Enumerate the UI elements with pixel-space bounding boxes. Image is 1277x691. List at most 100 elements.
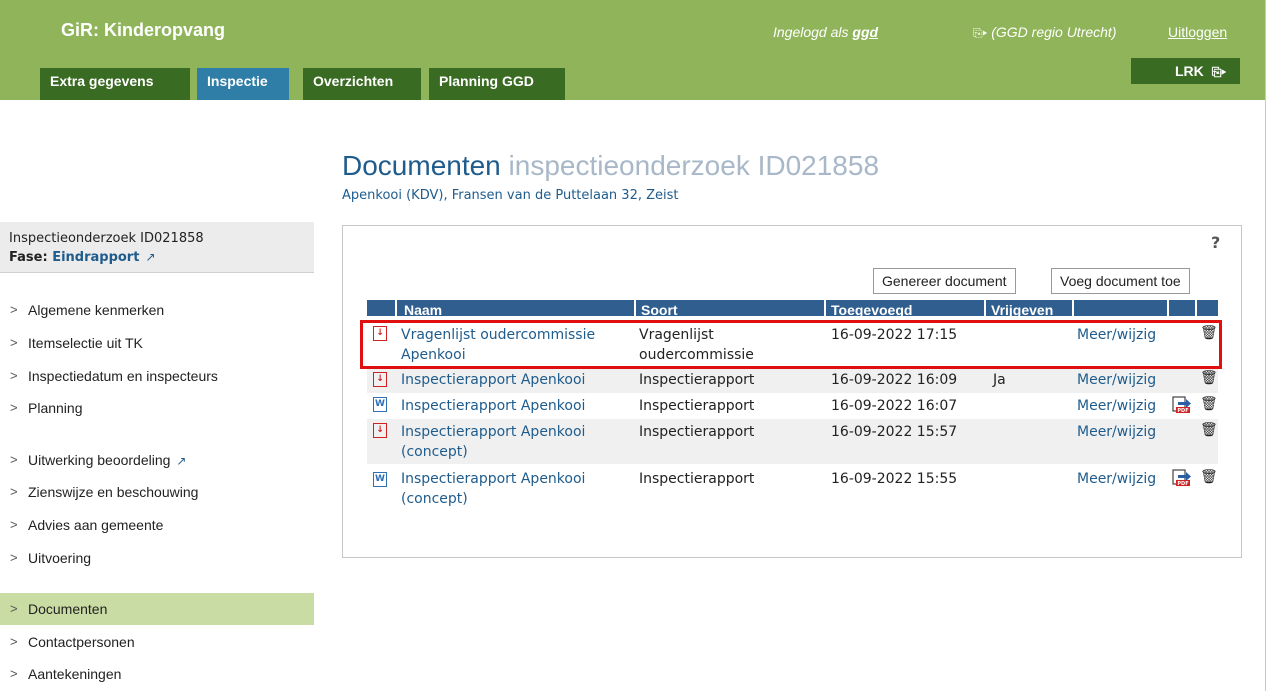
sidebar-item-label: Advies aan gemeente: [28, 517, 164, 533]
external-link-icon[interactable]: ↗: [145, 250, 155, 264]
sidebar-item-label: Aantekeningen: [28, 666, 122, 682]
sidebar-item-label: Itemselectie uit TK: [28, 335, 143, 351]
sidebar-item-label: Documenten: [28, 601, 108, 617]
logout-link[interactable]: Uitloggen: [1168, 24, 1227, 40]
trash-icon[interactable]: 🗑: [1200, 370, 1218, 386]
chevron-right-icon: >: [10, 302, 18, 317]
inspection-id-label: Inspectieonderzoek ID021858: [9, 231, 204, 246]
chevron-right-icon: >: [10, 666, 18, 681]
sidebar-item-zienswijze[interactable]: > Zienswijze en beschouwing: [0, 476, 314, 508]
page-title-sub: inspectieonderzoek ID021858: [508, 150, 880, 181]
sidebar-item-uitwerking-beoordeling[interactable]: > Uitwerking beoordeling ↗: [0, 444, 314, 476]
column-header-toegevoegd[interactable]: Toegevoegd: [831, 300, 912, 316]
document-name-link[interactable]: Inspectierapport Apenkooi: [401, 396, 585, 416]
chevron-right-icon: >: [10, 452, 18, 467]
column-header-vrijgeven[interactable]: Vrijgeven: [991, 300, 1053, 316]
document-type: Inspectierapport: [639, 471, 755, 487]
sidebar-item-inspectiedatum[interactable]: > Inspectiedatum en inspecteurs: [0, 360, 314, 392]
svg-text:PDF: PDF: [1177, 481, 1188, 487]
column-header-soort[interactable]: Soort: [641, 300, 678, 316]
document-date: 16-09-2022 16:09: [831, 372, 958, 388]
region-label: (GGD regio Utrecht): [991, 24, 1117, 40]
switch-region-icon: ⎘▸: [973, 26, 988, 40]
sidebar-item-contactpersonen[interactable]: > Contactpersonen: [0, 626, 314, 658]
header-bar: GiR: Kinderopvang Ingelogd als ggd ⎘▸ (GG…: [0, 0, 1265, 100]
tab-planning-ggd[interactable]: Planning GGD: [429, 68, 565, 100]
app-title: GiR: Kinderopvang: [61, 20, 226, 40]
tab-extra-gegevens[interactable]: Extra gegevens: [40, 68, 190, 100]
column-separator: [824, 300, 826, 316]
document-release: Ja: [993, 372, 1006, 388]
external-link-icon: ↗: [176, 454, 187, 468]
column-separator: [1072, 300, 1074, 316]
sidebar-item-label: Zienswijze en beschouwing: [28, 484, 199, 500]
column-header-naam[interactable]: Naam: [404, 300, 442, 316]
chevron-right-icon: >: [10, 484, 18, 499]
trash-icon[interactable]: 🗑: [1200, 422, 1218, 438]
document-name-link[interactable]: Inspectierapport Apenkooi (concept): [401, 469, 585, 509]
highlight-box: [360, 320, 1222, 369]
word-icon: W: [373, 397, 387, 412]
tab-overzichten[interactable]: Overzichten: [303, 68, 421, 100]
sidebar-item-label: Algemene kenmerken: [28, 302, 165, 318]
column-separator: [395, 300, 397, 316]
page-title-main: Documenten: [342, 150, 501, 181]
chevron-right-icon: >: [10, 335, 18, 350]
chevron-right-icon: >: [10, 517, 18, 532]
sidebar-item-aantekeningen[interactable]: > Aantekeningen: [0, 658, 314, 690]
sidebar-item-label: Contactpersonen: [28, 634, 135, 650]
fase-line: Fase: Eindrapport ↗: [9, 250, 156, 265]
more-edit-link[interactable]: Meer/wijzig: [1077, 422, 1156, 442]
logged-in-info: Ingelogd als ggd: [773, 24, 878, 40]
sidebar-item-documenten[interactable]: > Documenten: [0, 593, 314, 625]
tab-inspectie[interactable]: Inspectie: [197, 68, 289, 100]
column-separator: [1167, 300, 1169, 316]
document-date: 16-09-2022 15:57: [831, 424, 958, 440]
document-name-link[interactable]: Inspectierapport Apenkooi: [401, 370, 585, 390]
sidebar-item-label: Inspectiedatum en inspecteurs: [28, 368, 218, 384]
document-date: 16-09-2022 16:07: [831, 398, 958, 414]
exit-icon: ⎘▸: [1211, 65, 1226, 79]
document-type: Inspectierapport: [639, 398, 755, 414]
region-info[interactable]: ⎘▸ (GGD regio Utrecht): [973, 24, 1116, 41]
sidebar-item-advies-gemeente[interactable]: > Advies aan gemeente: [0, 509, 314, 541]
logged-in-user-link[interactable]: ggd: [852, 24, 878, 40]
logged-in-prefix: Ingelogd als: [773, 24, 853, 40]
pdf-icon: ↓: [373, 372, 387, 387]
document-type: Inspectierapport: [639, 372, 755, 388]
lrk-button[interactable]: LRK ⎘▸: [1131, 58, 1240, 84]
fase-value-link[interactable]: Eindrapport: [52, 250, 139, 265]
more-edit-link[interactable]: Meer/wijzig: [1077, 469, 1156, 489]
column-separator: [1195, 300, 1197, 316]
convert-to-pdf-icon[interactable]: PDF: [1172, 469, 1192, 487]
document-name-link[interactable]: Inspectierapport Apenkooi (concept): [401, 422, 585, 462]
pdf-icon: ↓: [373, 423, 387, 438]
column-separator: [634, 300, 636, 316]
generate-document-button[interactable]: Genereer document: [873, 268, 1016, 294]
chevron-right-icon: >: [10, 634, 18, 649]
chevron-right-icon: >: [10, 601, 18, 616]
word-icon: W: [373, 472, 387, 487]
app-frame: GiR: Kinderopvang Ingelogd als ggd ⎘▸ (GG…: [0, 0, 1266, 691]
sidebar-item-label: Uitwerking beoordeling: [28, 452, 171, 468]
sidebar-inspection-box: Inspectieonderzoek ID021858 Fase: Eindra…: [0, 222, 314, 273]
sidebar-item-uitvoering[interactable]: > Uitvoering: [0, 542, 314, 574]
table-header: [367, 300, 1218, 316]
more-edit-link[interactable]: Meer/wijzig: [1077, 396, 1156, 416]
trash-icon[interactable]: 🗑: [1200, 396, 1218, 412]
lrk-label: LRK: [1174, 63, 1204, 79]
document-type: Inspectierapport: [639, 424, 755, 440]
more-edit-link[interactable]: Meer/wijzig: [1077, 370, 1156, 390]
add-document-button[interactable]: Voeg document toe: [1051, 268, 1190, 294]
sidebar-item-planning[interactable]: > Planning: [0, 392, 314, 424]
convert-to-pdf-icon[interactable]: PDF: [1172, 396, 1192, 414]
help-icon[interactable]: ?: [1211, 233, 1220, 252]
chevron-right-icon: >: [10, 400, 18, 415]
chevron-right-icon: >: [10, 550, 18, 565]
sidebar-item-algemene-kenmerken[interactable]: > Algemene kenmerken: [0, 294, 314, 326]
document-date: 16-09-2022 15:55: [831, 471, 958, 487]
svg-text:PDF: PDF: [1177, 408, 1188, 414]
page-subtitle: Apenkooi (KDV), Fransen van de Puttelaan…: [342, 188, 679, 203]
sidebar-item-itemselectie[interactable]: > Itemselectie uit TK: [0, 327, 314, 359]
trash-icon[interactable]: 🗑: [1200, 469, 1218, 485]
